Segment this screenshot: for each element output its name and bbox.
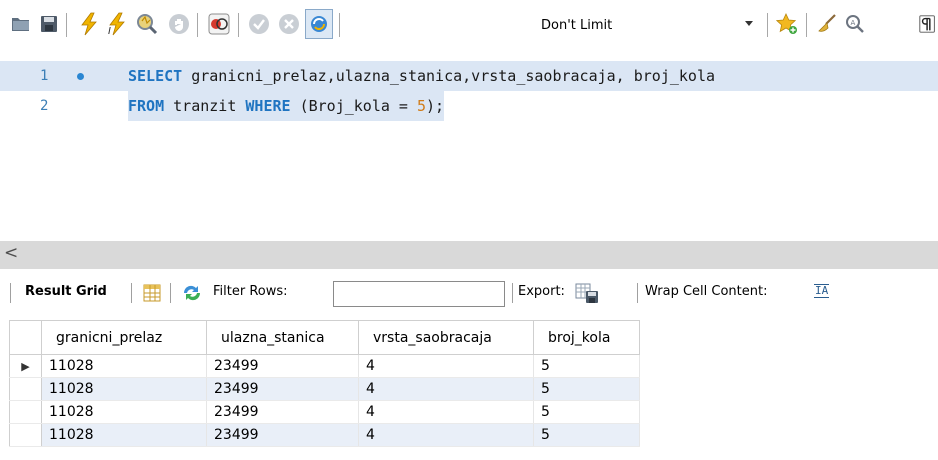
invisible-chars-icon[interactable] xyxy=(918,9,938,39)
toolbar-separator xyxy=(66,13,67,37)
find-icon[interactable]: A xyxy=(843,9,867,39)
filter-rows-label: Filter Rows: xyxy=(213,284,288,299)
execute-lightning-icon[interactable] xyxy=(77,9,101,39)
table-cell[interactable]: 23499 xyxy=(206,400,359,424)
sql-keyword: WHERE xyxy=(245,97,291,115)
toolbar-separator xyxy=(131,283,132,303)
editor-line-2[interactable]: 2 FROM tranzit WHERE (Broj_kola = 5); xyxy=(0,91,938,121)
column-header-granicni-prelaz[interactable]: granicni_prelaz xyxy=(41,320,207,355)
sql-editor-toolbar: I Don't Limit A xyxy=(0,0,938,50)
toolbar-separator xyxy=(767,13,768,37)
table-cell[interactable]: 11028 xyxy=(41,354,207,378)
sql-text: (Broj_kola = xyxy=(290,97,417,115)
line-number: 1 xyxy=(40,68,49,84)
table-cell[interactable]: 5 xyxy=(533,423,640,447)
table-row[interactable]: ▶ 11028 23499 4 5 xyxy=(9,354,640,378)
sql-editor[interactable]: 1 SELECT granicni_prelaz,ulazna_stanica,… xyxy=(0,50,938,240)
limit-rows-value: Don't Limit xyxy=(541,17,613,33)
table-cell[interactable]: 5 xyxy=(533,400,640,424)
table-cell[interactable]: 23499 xyxy=(206,354,359,378)
toolbar-separator xyxy=(806,13,807,37)
sql-keyword: FROM xyxy=(128,97,165,115)
sql-keyword: SELECT xyxy=(128,67,183,85)
column-header-broj-kola[interactable]: broj_kola xyxy=(533,320,640,355)
wrap-cell-content-label: Wrap Cell Content: xyxy=(645,284,768,299)
rollback-icon[interactable] xyxy=(277,9,301,39)
export-icon[interactable] xyxy=(575,281,599,309)
table-cell[interactable]: 11028 xyxy=(41,423,207,447)
filter-rows-input[interactable] xyxy=(333,281,505,307)
toolbar-separator xyxy=(238,13,239,37)
result-grid-table: granicni_prelaz ulazna_stanica vrsta_sao… xyxy=(9,320,640,447)
statement-marker-icon xyxy=(77,73,84,80)
line-number: 2 xyxy=(40,98,49,114)
commit-icon[interactable] xyxy=(247,9,271,39)
table-cell[interactable]: 4 xyxy=(358,354,534,378)
save-icon[interactable] xyxy=(37,9,61,39)
code-text: SELECT granicni_prelaz,ulazna_stanica,vr… xyxy=(128,61,715,91)
sql-number: 5 xyxy=(417,97,427,115)
row-selector[interactable] xyxy=(9,400,42,424)
toolbar-separator xyxy=(10,283,11,303)
svg-text:A: A xyxy=(851,19,856,27)
explain-magnifier-icon[interactable] xyxy=(135,9,159,39)
refresh-icon[interactable] xyxy=(180,282,204,308)
table-cell[interactable]: 5 xyxy=(533,354,640,378)
row-selector-header xyxy=(9,320,42,355)
column-header-ulazna-stanica[interactable]: ulazna_stanica xyxy=(206,320,359,355)
export-label: Export: xyxy=(518,284,565,299)
table-row[interactable]: 11028 23499 4 5 xyxy=(9,377,640,401)
current-row-marker-icon: ▶ xyxy=(9,354,42,378)
sql-text: granicni_prelaz,ulazna_stanica,vrsta_sao… xyxy=(182,67,716,85)
code-text: FROM tranzit WHERE (Broj_kola = 5); xyxy=(128,91,445,121)
toolbar-separator xyxy=(637,283,638,303)
toolbar-separator xyxy=(197,13,198,37)
wrap-cell-icon[interactable]: IA xyxy=(814,284,830,298)
column-header-vrsta-saobracaja[interactable]: vrsta_saobracaja xyxy=(358,320,534,355)
open-folder-icon[interactable] xyxy=(9,9,33,39)
limit-rows-select[interactable]: Don't Limit xyxy=(533,12,759,38)
row-selector[interactable] xyxy=(9,423,42,447)
scroll-left-arrow-icon[interactable]: < xyxy=(4,243,18,263)
editor-horizontal-scrollbar[interactable]: < xyxy=(0,241,938,269)
table-cell[interactable]: 11028 xyxy=(41,377,207,401)
sql-text: tranzit xyxy=(164,97,246,115)
stop-icon[interactable] xyxy=(167,9,191,39)
row-selector[interactable] xyxy=(9,377,42,401)
table-cell[interactable]: 4 xyxy=(358,377,534,401)
table-cell[interactable]: 4 xyxy=(358,423,534,447)
chevron-down-icon xyxy=(745,21,753,26)
table-row[interactable]: 11028 23499 4 5 xyxy=(9,400,640,424)
toggle-error-icon[interactable] xyxy=(207,9,231,39)
grid-layout-icon[interactable] xyxy=(142,283,162,307)
table-row[interactable]: 11028 23499 4 5 xyxy=(9,423,640,447)
beautify-broom-icon[interactable] xyxy=(815,9,839,39)
results-toolbar: Result Grid Filter Rows: Export: Wrap Ce… xyxy=(0,270,938,318)
result-grid-tab[interactable]: Result Grid xyxy=(25,284,107,299)
svg-text:I: I xyxy=(108,26,111,36)
table-cell[interactable]: 11028 xyxy=(41,400,207,424)
table-header-row: granicni_prelaz ulazna_stanica vrsta_sao… xyxy=(9,320,640,355)
toolbar-separator xyxy=(512,283,513,303)
table-cell[interactable]: 23499 xyxy=(206,377,359,401)
autocommit-icon[interactable] xyxy=(305,9,333,39)
table-cell[interactable]: 23499 xyxy=(206,423,359,447)
toolbar-separator xyxy=(339,13,340,37)
toolbar-separator xyxy=(170,283,171,303)
sql-text: ); xyxy=(426,97,445,115)
table-cell[interactable]: 5 xyxy=(533,377,640,401)
favorite-star-icon[interactable] xyxy=(775,9,799,39)
table-cell[interactable]: 4 xyxy=(358,400,534,424)
execute-current-icon[interactable]: I xyxy=(105,9,129,39)
editor-line-1[interactable]: 1 SELECT granicni_prelaz,ulazna_stanica,… xyxy=(0,61,938,91)
